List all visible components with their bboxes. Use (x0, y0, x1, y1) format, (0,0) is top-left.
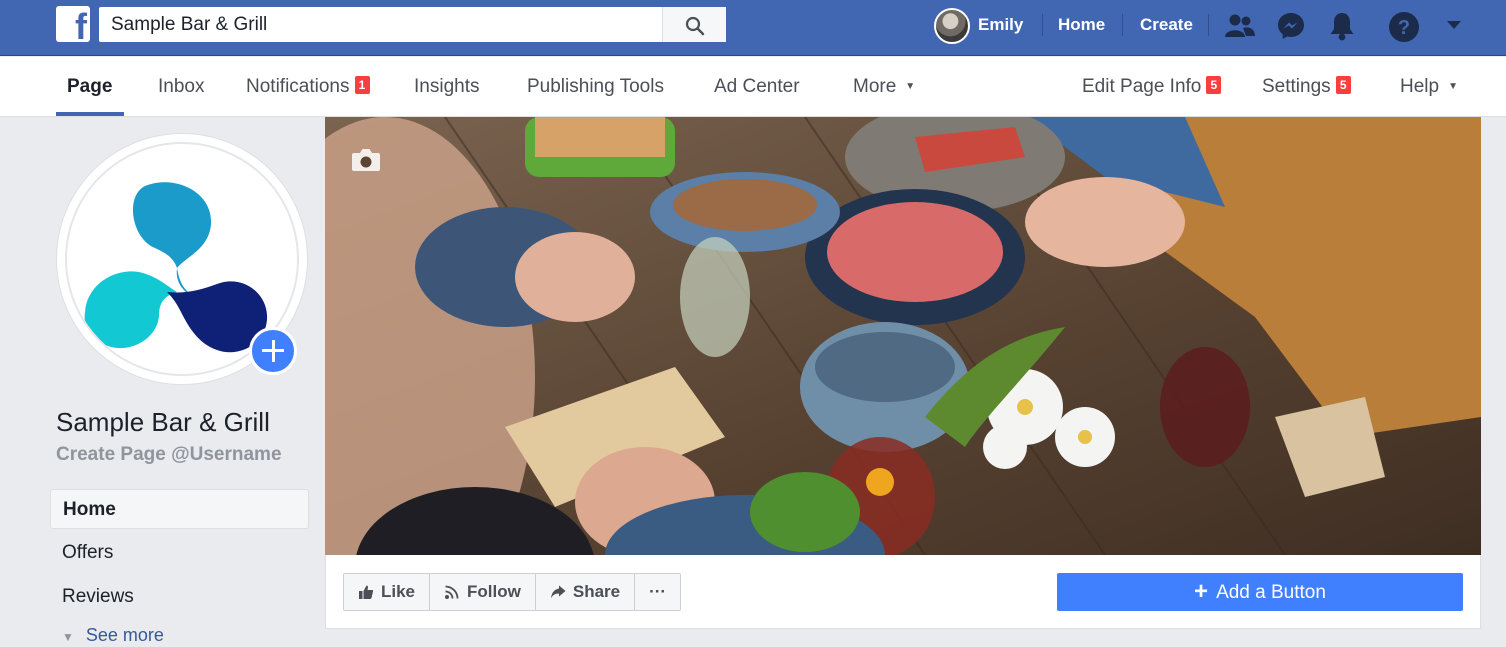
tab-edit-page-info-label: Edit Page Info (1082, 76, 1202, 97)
nav-divider (1122, 14, 1123, 36)
messenger-icon[interactable] (1276, 11, 1306, 41)
cover-image (325, 117, 1481, 555)
see-more-link[interactable]: ▼ See more (62, 625, 164, 646)
home-link[interactable]: Home (1058, 15, 1105, 35)
page-title[interactable]: Sample Bar & Grill (56, 407, 270, 438)
sidebar-item-offers[interactable]: Offers (50, 533, 309, 573)
share-label: Share (572, 582, 621, 601)
facebook-logo-icon[interactable]: f (56, 6, 90, 42)
search-bar[interactable]: Sample Bar & Grill (99, 7, 726, 42)
sidebar-item-home[interactable]: Home (50, 489, 309, 529)
search-button[interactable] (662, 7, 726, 42)
add-a-button[interactable]: + Add a Button (1057, 573, 1463, 611)
tab-settings[interactable]: Settings 5 (1262, 76, 1351, 98)
tab-more-label: More (853, 76, 897, 97)
tab-settings-label: Settings (1262, 76, 1331, 97)
tab-notifications[interactable]: Notifications 1 (246, 76, 370, 98)
like-button[interactable]: Like (344, 574, 431, 610)
sidebar-item-reviews[interactable]: Reviews (50, 577, 309, 617)
active-tab-indicator (56, 112, 124, 116)
add-profile-photo-button[interactable] (249, 327, 297, 375)
page-tabs-bar: Page Inbox Notifications 1 Insights Publi… (0, 57, 1506, 117)
add-a-button-label: Add a Button (1216, 582, 1326, 603)
user-avatar[interactable] (934, 8, 970, 44)
like-thumb-icon (359, 585, 374, 599)
page-actions-group: Like Follow Share ··· (343, 573, 682, 611)
search-icon (685, 16, 705, 36)
tab-page[interactable]: Page (67, 76, 112, 98)
friends-icon[interactable] (1224, 13, 1256, 39)
tab-notifications-label: Notifications (246, 76, 350, 97)
help-icon[interactable]: ? (1388, 11, 1420, 43)
share-arrow-icon (550, 585, 566, 599)
notifications-bell-icon[interactable] (1328, 11, 1356, 41)
share-button[interactable]: Share (536, 574, 636, 610)
settings-badge: 5 (1335, 76, 1351, 94)
more-dots-icon: ··· (649, 582, 667, 601)
see-more-label: See more (85, 625, 164, 645)
help-caret-icon: ▼ (1448, 81, 1458, 92)
nav-divider (1208, 14, 1209, 36)
caret-down-icon: ▼ (62, 630, 74, 644)
more-options-button[interactable]: ··· (635, 574, 680, 610)
follow-label: Follow (467, 582, 521, 601)
follow-button[interactable]: Follow (430, 574, 536, 610)
nav-divider (1042, 14, 1043, 36)
more-caret-icon: ▼ (905, 81, 916, 92)
tab-more[interactable]: More ▼ (853, 76, 915, 98)
tab-edit-page-info[interactable]: Edit Page Info 5 (1082, 76, 1222, 98)
notification-count-badge: 1 (354, 76, 370, 94)
search-input[interactable]: Sample Bar & Grill (111, 14, 267, 36)
tab-help[interactable]: Help ▼ (1400, 76, 1458, 98)
create-username-link[interactable]: Create Page @Username (56, 444, 282, 466)
like-label: Like (381, 582, 416, 601)
profile-link[interactable]: Emily (978, 15, 1023, 35)
top-navigation-bar: f Sample Bar & Grill Emily Home Create ? (0, 0, 1506, 56)
caret-down-icon[interactable] (1446, 20, 1462, 30)
cover-photo[interactable] (325, 117, 1481, 555)
create-link[interactable]: Create (1140, 15, 1193, 35)
rss-follow-icon (445, 585, 459, 599)
tab-ad-center[interactable]: Ad Center (714, 76, 800, 98)
camera-icon[interactable] (350, 147, 382, 173)
svg-text:?: ? (1398, 17, 1410, 39)
tab-publishing-tools[interactable]: Publishing Tools (527, 76, 664, 98)
tab-help-label: Help (1400, 76, 1440, 97)
tab-inbox[interactable]: Inbox (158, 76, 204, 98)
tab-insights[interactable]: Insights (414, 76, 479, 98)
plus-icon: + (1194, 578, 1209, 605)
edit-page-info-badge: 5 (1206, 76, 1222, 94)
